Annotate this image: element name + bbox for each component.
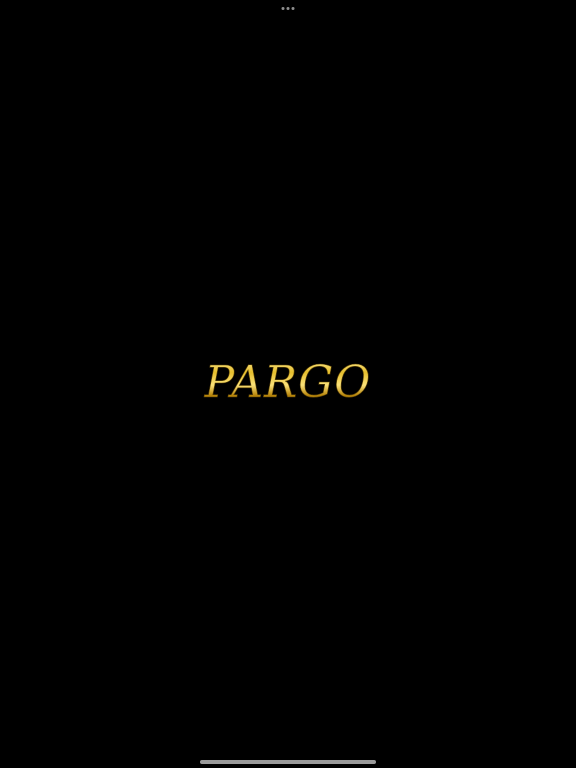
dot <box>291 6 295 10</box>
home-indicator[interactable] <box>200 760 376 764</box>
pargo-logo: PARGO <box>203 357 372 409</box>
multitasking-dots-icon[interactable] <box>281 6 295 10</box>
dot <box>281 6 285 10</box>
logo-text: PARGO <box>204 357 372 408</box>
app-logo: PARGO <box>0 350 576 420</box>
splash-screen: PARGO <box>0 0 576 768</box>
dot <box>286 6 290 10</box>
